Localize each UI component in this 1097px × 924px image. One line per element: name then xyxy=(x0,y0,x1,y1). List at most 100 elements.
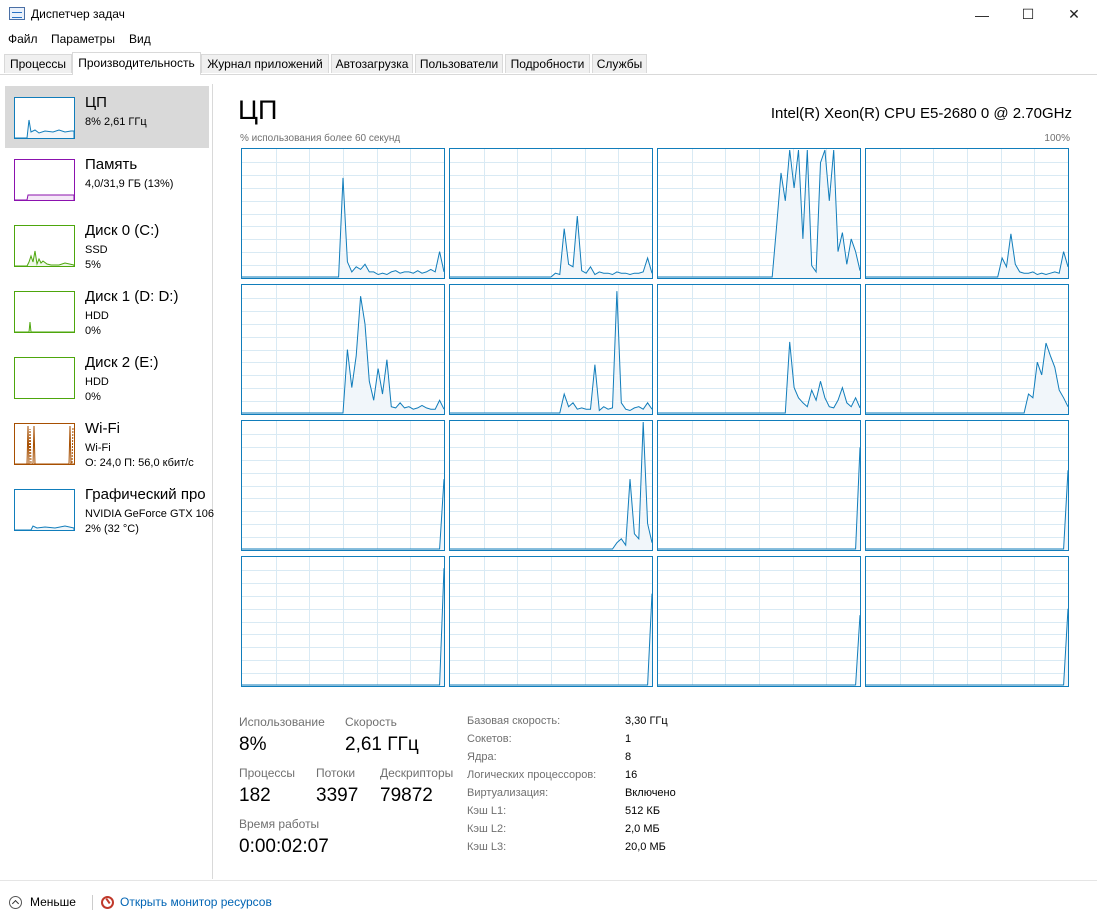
handles-value: 79872 xyxy=(380,785,433,806)
resource-monitor-icon xyxy=(101,895,114,909)
sidebar-item-subtitle: SSD xyxy=(85,244,108,256)
close-button[interactable]: ✕ xyxy=(1051,0,1097,29)
cpu-usage-area xyxy=(242,177,444,278)
cpu-core-graph-4 xyxy=(241,284,445,415)
sidebar-item-disk-2[interactable]: Диск 2 (E:) HDD 0% xyxy=(5,346,209,408)
cpu-core-graph-8 xyxy=(241,420,445,551)
cpu-core-graph-9 xyxy=(449,420,653,551)
cpu-core-graph-6 xyxy=(657,284,861,415)
detail-value: 2,0 МБ xyxy=(625,823,660,835)
sidebar-item-title: Графический про xyxy=(85,486,206,503)
tab-startup[interactable]: Автозагрузка xyxy=(331,54,413,73)
detail-key: Базовая скорость: xyxy=(467,715,561,727)
tab-app-history[interactable]: Журнал приложений xyxy=(201,54,329,73)
sidebar-item-disk-0[interactable]: Диск 0 (C:) SSD 5% xyxy=(5,214,209,276)
sidebar-item-subtitle: NVIDIA GeForce GTX 106 xyxy=(85,508,214,520)
sidebar-item-memory[interactable]: Память 4,0/31,9 ГБ (13%) xyxy=(5,148,209,210)
tab-details[interactable]: Подробности xyxy=(505,54,590,73)
sidebar-item-detail: 2% (32 °C) xyxy=(85,523,139,535)
fewer-details-label: Меньше xyxy=(30,895,76,909)
speed-value: 2,61 ГГц xyxy=(345,734,419,755)
tab-processes[interactable]: Процессы xyxy=(4,54,72,73)
sidebar-item-subtitle: HDD xyxy=(85,376,109,388)
cpu-core-graph-3 xyxy=(865,148,1069,279)
speed-label: Скорость xyxy=(345,715,397,729)
sidebar-item-title: Память xyxy=(85,156,138,173)
menu-bar: Файл Параметры Вид xyxy=(0,29,1097,50)
detail-key: Сокетов: xyxy=(467,733,512,745)
detail-value: 3,30 ГГц xyxy=(625,715,668,727)
detail-value: 1 xyxy=(625,733,632,745)
cpu-core-graph-1 xyxy=(449,148,653,279)
cpu-core-graph-0 xyxy=(241,148,445,279)
window-title: Диспетчер задач xyxy=(31,7,125,21)
cpu-core-graphs xyxy=(241,148,1070,689)
gpu-thumbnail xyxy=(14,489,75,531)
open-resource-monitor-label: Открыть монитор ресурсов xyxy=(120,895,272,909)
sidebar-item-subtitle: 4,0/31,9 ГБ (13%) xyxy=(85,178,174,190)
sidebar-item-disk-1[interactable]: Диск 1 (D: D:) HDD 0% xyxy=(5,280,209,342)
sidebar-item-detail: 0% xyxy=(85,325,101,337)
menu-file[interactable]: Файл xyxy=(8,32,38,46)
footer: Меньше Открыть монитор ресурсов xyxy=(0,880,1097,924)
tab-performance[interactable]: Производительность xyxy=(72,52,201,75)
detail-key: Виртуализация: xyxy=(467,787,549,799)
maximize-button[interactable]: ☐ xyxy=(1005,0,1051,29)
usage-label: Использование xyxy=(239,715,325,729)
sidebar-item-subtitle: HDD xyxy=(85,310,109,322)
cpu-core-graph-15 xyxy=(865,556,1069,687)
uptime-label: Время работы xyxy=(239,817,320,831)
cpu-core-graph-13 xyxy=(449,556,653,687)
sidebar-item-detail: 5% xyxy=(85,259,101,271)
tab-users[interactable]: Пользователи xyxy=(415,54,503,73)
cpu-core-graph-5 xyxy=(449,284,653,415)
chevron-up-icon xyxy=(9,895,22,909)
footer-divider xyxy=(92,895,93,910)
minimize-button[interactable]: — xyxy=(959,0,1005,29)
tab-strip: Процессы Производительность Журнал прило… xyxy=(0,52,1097,75)
task-manager-app-icon xyxy=(9,7,25,20)
sidebar-item-cpu[interactable]: ЦП 8% 2,61 ГГц xyxy=(5,86,209,148)
threads-label: Потоки xyxy=(316,766,356,780)
detail-key: Кэш L3: xyxy=(467,841,507,853)
fewer-details-button[interactable]: Меньше xyxy=(9,895,76,909)
wifi-thumbnail xyxy=(14,423,75,465)
cpu-thumbnail xyxy=(14,97,75,139)
detail-value: 20,0 МБ xyxy=(625,841,666,853)
uptime-value: 0:00:02:07 xyxy=(239,836,329,857)
sidebar-item-detail: О: 24,0 П: 56,0 кбит/с xyxy=(85,457,194,469)
sidebar-item-subtitle: 8% 2,61 ГГц xyxy=(85,116,147,128)
cpu-core-graph-11 xyxy=(865,420,1069,551)
menu-options[interactable]: Параметры xyxy=(51,32,115,46)
disk-1-thumbnail xyxy=(14,291,75,333)
sidebar: ЦП 8% 2,61 ГГц Память 4,0/31,9 ГБ (13%) … xyxy=(0,84,214,879)
title-bar: Диспетчер задач — ☐ ✕ xyxy=(0,0,1097,29)
sidebar-item-title: Диск 1 (D: D:) xyxy=(85,288,179,305)
sidebar-item-gpu[interactable]: Графический про NVIDIA GeForce GTX 106 2… xyxy=(5,478,214,540)
detail-key: Кэш L1: xyxy=(467,805,507,817)
threads-value: 3397 xyxy=(316,785,359,806)
disk-0-thumbnail xyxy=(14,225,75,267)
sidebar-item-wifi[interactable]: Wi-Fi Wi-Fi О: 24,0 П: 56,0 кбит/с xyxy=(5,412,209,474)
cpu-core-graph-7 xyxy=(865,284,1069,415)
usage-value: 8% xyxy=(239,734,267,755)
detail-value: 512 КБ xyxy=(625,805,661,817)
graph-caption: % использования более 60 секунд xyxy=(240,133,401,144)
sidebar-item-title: Диск 2 (E:) xyxy=(85,354,159,371)
cpu-core-graph-12 xyxy=(241,556,445,687)
detail-value: 16 xyxy=(625,769,638,781)
menu-view[interactable]: Вид xyxy=(129,32,151,46)
graph-max-label: 100% xyxy=(1044,133,1070,144)
cpu-core-graph-10 xyxy=(657,420,861,551)
processes-label: Процессы xyxy=(239,766,296,780)
detail-value: Включено xyxy=(625,787,676,799)
detail-key: Ядра: xyxy=(467,751,497,763)
open-resource-monitor-link[interactable]: Открыть монитор ресурсов xyxy=(101,895,272,909)
sidebar-item-title: ЦП xyxy=(85,94,107,111)
tab-services[interactable]: Службы xyxy=(592,54,647,73)
cpu-core-graph-14 xyxy=(657,556,861,687)
detail-value: 8 xyxy=(625,751,632,763)
sidebar-item-detail: 0% xyxy=(85,391,101,403)
cpu-core-graph-2 xyxy=(657,148,861,279)
cpu-model-name: Intel(R) Xeon(R) CPU E5-2680 0 @ 2.70GHz xyxy=(770,105,1072,122)
